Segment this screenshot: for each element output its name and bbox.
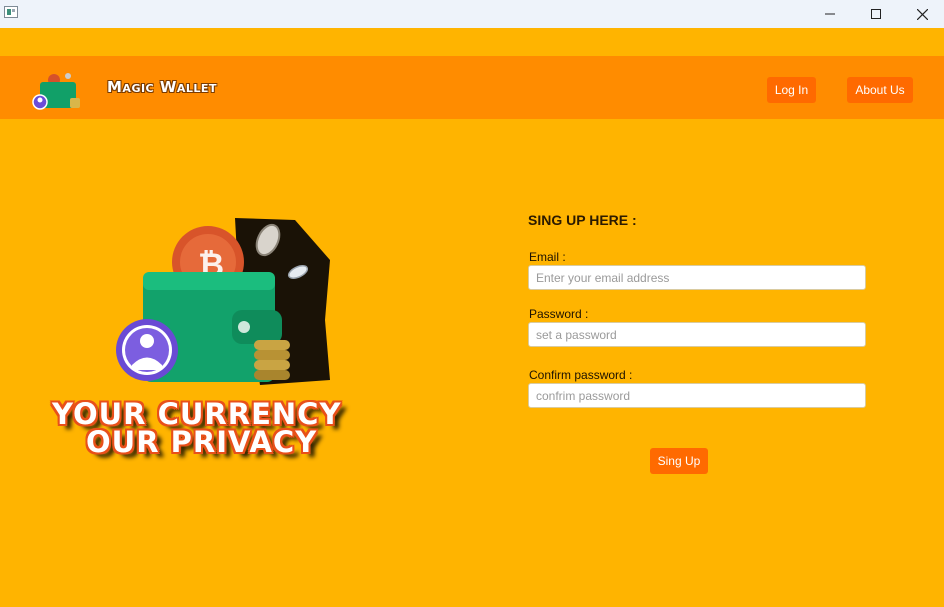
wallet-logo-icon: [32, 73, 80, 110]
signup-button[interactable]: Sing Up: [650, 448, 708, 474]
login-button[interactable]: Log In: [767, 77, 816, 103]
email-field[interactable]: [528, 265, 866, 290]
tagline-line2: OUR PRIVACY: [86, 425, 318, 459]
email-label: Email :: [529, 250, 566, 264]
wallet-illustration: ₿ YOUR CURRENCY OUR PRIVACY: [40, 210, 420, 470]
about-us-button[interactable]: About Us: [847, 77, 913, 103]
close-button[interactable]: [899, 0, 944, 28]
close-icon: [916, 8, 928, 20]
maximize-icon: [871, 9, 881, 19]
minimize-icon: [825, 13, 835, 15]
confirm-password-field[interactable]: [528, 383, 866, 408]
maximize-button[interactable]: [853, 0, 899, 28]
window-titlebar: [0, 0, 944, 28]
password-field[interactable]: [528, 322, 866, 347]
password-label: Password :: [529, 307, 589, 321]
brand-name: Magic Wallet: [107, 78, 217, 96]
minimize-button[interactable]: [807, 0, 853, 28]
app-window-icon: [4, 6, 18, 18]
signup-title: SING UP HERE :: [528, 212, 637, 228]
confirm-password-label: Confirm password :: [529, 368, 633, 382]
app-header: Magic Wallet Log In About Us: [0, 56, 944, 119]
